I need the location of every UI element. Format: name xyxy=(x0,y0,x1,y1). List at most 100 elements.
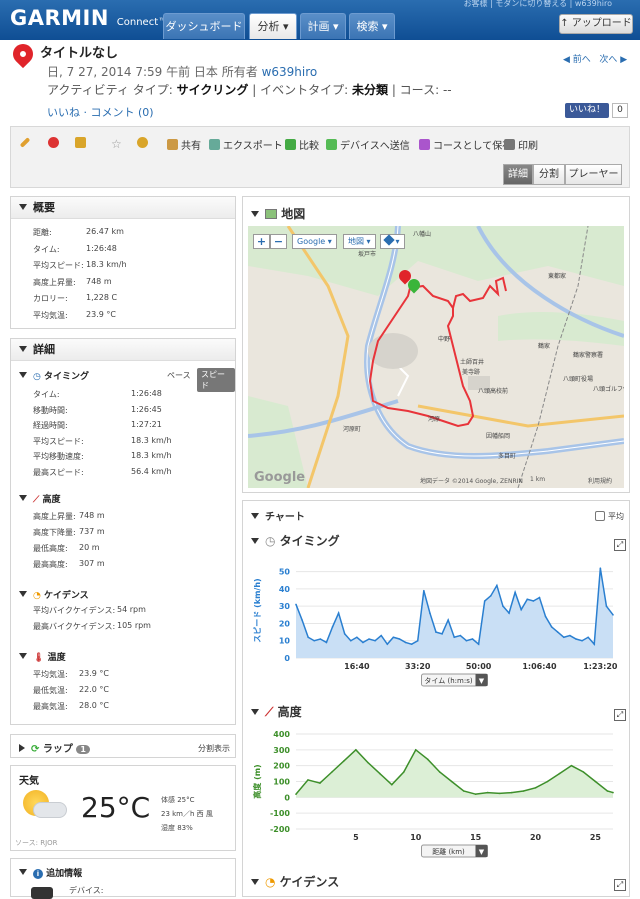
zoom-out-button[interactable]: − xyxy=(270,234,287,249)
stat-label: 平均気温: xyxy=(33,670,68,679)
data-point xyxy=(477,643,480,645)
map-title[interactable]: 地図 xyxy=(251,205,305,222)
laps-panel[interactable]: ⟳ ラップ 1 分割表示 xyxy=(10,734,236,758)
avg-checkbox[interactable] xyxy=(595,511,605,521)
share-button[interactable]: 共有 xyxy=(167,137,201,152)
stat-label: 平均スピード: xyxy=(33,261,84,270)
nav-search[interactable]: 検索 ▾ xyxy=(349,13,395,39)
data-point xyxy=(295,603,297,606)
cadence-chart-title[interactable]: ◔ ケイデンス xyxy=(251,873,339,890)
garmin-logo[interactable]: GARMIN Connect™ xyxy=(10,6,168,30)
x-tick-label: 16:40 xyxy=(344,662,370,671)
timing-section-title[interactable]: ◷ タイミング xyxy=(19,369,89,382)
y-tick-label: -200 xyxy=(270,825,290,834)
social-links[interactable]: いいね · コメント (0) xyxy=(47,104,154,120)
data-point xyxy=(453,636,456,639)
data-point xyxy=(563,636,565,639)
nav-dashboard[interactable]: ダッシュボード xyxy=(163,13,245,39)
data-point xyxy=(514,591,516,594)
map-place-label: 八幡山 xyxy=(413,231,432,238)
fb-like-button[interactable]: いいね！ xyxy=(565,103,610,118)
nav-analysis[interactable]: 分析 ▾ xyxy=(249,13,297,39)
map-type-select[interactable]: 地図 ▾ xyxy=(343,234,376,249)
weather-source: ソース: RJOR xyxy=(15,839,58,847)
y-tick-label: 0 xyxy=(284,793,290,802)
elevation-chart[interactable]: -200 -100 0 100 200 300 400 5 10 15 20 25 高度 (m) ▼ 距離 … xyxy=(248,729,626,859)
delete-icon[interactable] xyxy=(48,137,62,150)
zoom-in-button[interactable]: + xyxy=(253,234,270,249)
split-view-link[interactable]: 分割表示 xyxy=(198,743,230,754)
send-to-device-button[interactable]: デバイスへ送信 xyxy=(326,137,410,152)
save-as-course-button[interactable]: コースとして保存 xyxy=(419,137,512,152)
compare-button[interactable]: 比較 xyxy=(285,137,319,152)
activity-title[interactable]: タイトルなし xyxy=(40,42,118,61)
y-tick-label: 20 xyxy=(279,619,291,628)
view-tab-player[interactable]: プレーヤー xyxy=(565,164,622,185)
summary-header[interactable]: 概要 xyxy=(11,197,235,219)
laps-title[interactable]: ⟳ ラップ 1 xyxy=(19,740,90,755)
pace-toggle[interactable]: ペース xyxy=(167,370,191,381)
data-point xyxy=(343,633,346,635)
export-button[interactable]: エクスポート xyxy=(209,137,283,152)
laps-count: 1 xyxy=(76,745,90,754)
nav-plan[interactable]: 計画 ▾ xyxy=(300,13,346,39)
map-provider-select[interactable]: Google ▾ xyxy=(292,234,337,249)
expand-elevation-icon[interactable]: ⤢ xyxy=(614,709,626,721)
stat-label: タイム: xyxy=(33,390,60,399)
data-point xyxy=(582,771,585,773)
stat-value: 18.3 km/h xyxy=(131,435,172,445)
cadence-section-title[interactable]: ◔ ケイデンス xyxy=(19,588,89,601)
x-tick-label: 33:20 xyxy=(405,662,431,671)
charts-title[interactable]: チャート xyxy=(251,508,305,523)
elevation-section-title[interactable]: ⟋ 高度 xyxy=(19,492,60,505)
stat-label: 経過時間: xyxy=(33,421,68,430)
x-tick-label: 25 xyxy=(590,833,602,842)
map-layers-select[interactable]: ▾ xyxy=(380,234,405,249)
expand-cadence-icon[interactable]: ⤢ xyxy=(614,879,626,891)
achievement-icon[interactable] xyxy=(137,137,151,150)
stat-label: 高度上昇量: xyxy=(33,277,76,287)
view-tab-detail[interactable]: 詳細 xyxy=(503,164,533,185)
map-view[interactable]: + − Google ▾ 地図 ▾ ▾ 八幡山 坂戸市 東都家 鶴家 鶴家警察署 八頭町役… xyxy=(248,226,624,488)
edit-icon[interactable] xyxy=(19,137,31,150)
x-axis-label[interactable]: タイム (h:m:s) xyxy=(424,676,472,685)
x-axis-label[interactable]: 距離 (km) xyxy=(432,847,465,856)
print-button[interactable]: 印刷 xyxy=(504,137,538,152)
stat-value: 737 m xyxy=(79,527,105,536)
prev-next[interactable]: ◀ 前へ 次へ ▶ xyxy=(563,52,627,65)
privacy-icon[interactable] xyxy=(75,137,89,150)
stat-label: 高度上昇量: xyxy=(33,512,76,521)
favorite-icon[interactable]: ☆ xyxy=(111,137,122,151)
upload-button[interactable]: ↑ アップロード xyxy=(559,14,633,34)
details-header[interactable]: 詳細 xyxy=(11,339,235,361)
stat-value: 26.47 km xyxy=(86,227,124,236)
map-terms[interactable]: 利用規約 xyxy=(588,476,612,485)
y-tick-label: 50 xyxy=(279,568,291,577)
expand-timing-icon[interactable]: ⤢ xyxy=(614,539,626,551)
speed-toggle[interactable]: スピード xyxy=(197,368,235,392)
temp-section-title[interactable]: 🌡 温度 xyxy=(19,650,66,663)
data-point xyxy=(391,783,393,786)
timing-chart[interactable]: 0 10 20 30 40 50 16:40 33:20 50:00 1:06:40 1:23:20… xyxy=(248,558,626,688)
extra-info-title[interactable]: i 追加情報 xyxy=(19,866,82,879)
top-links[interactable]: お客様 | モダンに切り替える | w639hiro xyxy=(464,0,612,9)
stat-value: 22.0 °C xyxy=(79,685,109,694)
data-point xyxy=(404,641,407,644)
data-point xyxy=(386,643,389,645)
weather-humidity: 湿度 83% xyxy=(161,824,193,832)
stat-label: 平均気温: xyxy=(33,310,68,320)
x-tick-label: 20 xyxy=(530,833,542,842)
stat-label: 最高高度: xyxy=(33,560,68,569)
elevation-chart-title[interactable]: ⟋ 高度 xyxy=(251,703,302,720)
stat-label: 最高スピード: xyxy=(33,467,84,477)
data-point xyxy=(502,605,504,607)
stat-value: 1:26:48 xyxy=(86,243,117,253)
chevron-down-icon[interactable]: ▼ xyxy=(479,677,485,685)
data-point xyxy=(599,567,602,569)
timing-chart-title[interactable]: ◷ タイミング xyxy=(251,532,340,549)
owner-link[interactable]: w639hiro xyxy=(262,65,318,79)
view-tab-split[interactable]: 分割 xyxy=(533,164,565,185)
chevron-down-icon[interactable]: ▼ xyxy=(479,848,485,856)
weather-temp: 25°C xyxy=(81,791,151,824)
data-point xyxy=(331,771,333,773)
